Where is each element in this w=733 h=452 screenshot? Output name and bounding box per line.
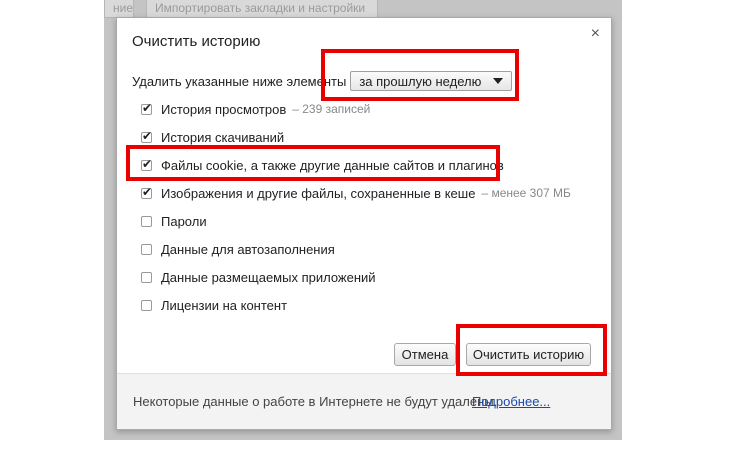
item-content-licenses[interactable]: Лицензии на контент [141, 296, 287, 314]
checkbox[interactable] [141, 101, 152, 115]
checkbox[interactable] [141, 185, 152, 199]
checkbox[interactable] [141, 215, 152, 227]
item-cached-files[interactable]: Изображения и другие файлы, сохраненные … [141, 184, 571, 202]
dialog-footer: Некоторые данные о работе в Интернете не… [117, 373, 611, 429]
item-label: Пароли [161, 213, 207, 229]
checkbox[interactable] [141, 129, 152, 143]
clear-history-dialog: Очистить историю × Удалить указанные ниж… [116, 17, 612, 430]
footer-text: Некоторые данные о работе в Интернете не… [133, 394, 498, 409]
chevron-down-icon [493, 78, 504, 84]
item-label: История скачиваний [161, 129, 285, 145]
close-icon[interactable]: × [591, 26, 600, 42]
learn-more-link[interactable]: Подробнее... [472, 394, 550, 409]
cancel-button[interactable]: Отмена [394, 343, 456, 366]
item-label: Данные для автозаполнения [161, 241, 335, 257]
period-select[interactable]: за прошлую неделю [350, 71, 513, 91]
item-passwords[interactable]: Пароли [141, 212, 207, 230]
item-download-history[interactable]: История скачиваний [141, 128, 284, 146]
dialog-title: Очистить историю [132, 33, 261, 50]
clear-history-button[interactable]: Очистить историю [466, 343, 591, 366]
item-label: Файлы cookie, а также другие данные сайт… [161, 157, 504, 173]
import-bookmarks-tab: Импортировать закладки и настройки [146, 0, 378, 18]
checkbox[interactable] [141, 243, 152, 255]
item-note: – менее 307 МБ [481, 186, 571, 200]
item-label: Лицензии на контент [161, 297, 288, 313]
period-select-value: за прошлую неделю [359, 73, 482, 89]
checkbox[interactable] [141, 157, 152, 171]
item-label: Изображения и другие файлы, сохраненные … [161, 185, 476, 201]
period-row: Удалить указанные ниже элементы за прошл… [132, 70, 513, 92]
item-label: Данные размещаемых приложений [161, 269, 376, 285]
item-browsing-history[interactable]: История просмотров – 239 записей [141, 100, 370, 118]
checkbox[interactable] [141, 299, 152, 311]
item-label: История просмотров [161, 101, 287, 117]
period-label: Удалить указанные ниже элементы [132, 73, 347, 89]
background-tab: ние [104, 0, 134, 18]
item-hosted-app-data[interactable]: Данные размещаемых приложений [141, 268, 376, 286]
item-cookies[interactable]: Файлы cookie, а также другие данные сайт… [141, 156, 504, 174]
item-autofill[interactable]: Данные для автозаполнения [141, 240, 335, 258]
checkbox[interactable] [141, 271, 152, 283]
item-note: – 239 записей [292, 102, 371, 116]
